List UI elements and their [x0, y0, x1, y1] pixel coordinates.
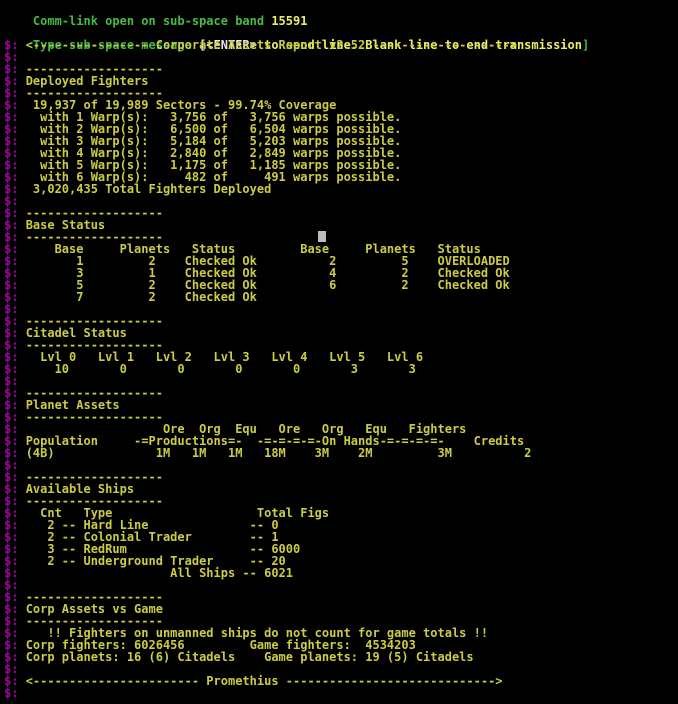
band-number: 15591: [271, 14, 308, 28]
report-line: $: 7 2 Checked Ok: [4, 291, 257, 303]
report-line: $: <----------------------- Promethius -…: [4, 675, 503, 687]
report-line: $: <---------------- Corporate Assets Re…: [4, 39, 517, 51]
line-text: (4B) 1M 1M 1M 18M 3M 2M 3M 2: [25, 446, 532, 460]
report-line: $: (4B) 1M 1M 1M 18M 3M 2M 3M 2: [4, 447, 531, 459]
report-line: $:: [4, 687, 26, 699]
comm-link-text: Comm-link open on sub-space band: [32, 14, 272, 28]
line-text: 3,020,435 Total Fighters Deployed: [25, 182, 272, 196]
report-line: $: 3,020,435 Total Fighters Deployed: [4, 183, 271, 195]
prompt-close: ]: [581, 38, 590, 52]
report-line: $: 10 0 0 0 0 3 3: [4, 363, 416, 375]
line-text: <---------------- Corporate Assets Repor…: [25, 38, 517, 52]
line-text: 7 2 Checked Ok: [25, 290, 257, 304]
terminal-window: Comm-link open on sub-space band 15591 T…: [0, 0, 678, 704]
line-text: <----------------------- Promethius ----…: [25, 674, 503, 688]
comm-link-status: Comm-link open on sub-space band 15591: [4, 3, 308, 27]
line-text: All Ships -- 6021: [25, 566, 293, 580]
line-text: Corp planets: 16 (6) Citadels Game plane…: [25, 650, 474, 664]
text-cursor: [318, 231, 326, 242]
report-line: $: Corp planets: 16 (6) Citadels Game pl…: [4, 651, 474, 663]
report-line: $: All Ships -- 6021: [4, 567, 293, 579]
line-prefix: $:: [4, 686, 26, 700]
line-text: 10 0 0 0 0 3 3: [25, 362, 416, 376]
